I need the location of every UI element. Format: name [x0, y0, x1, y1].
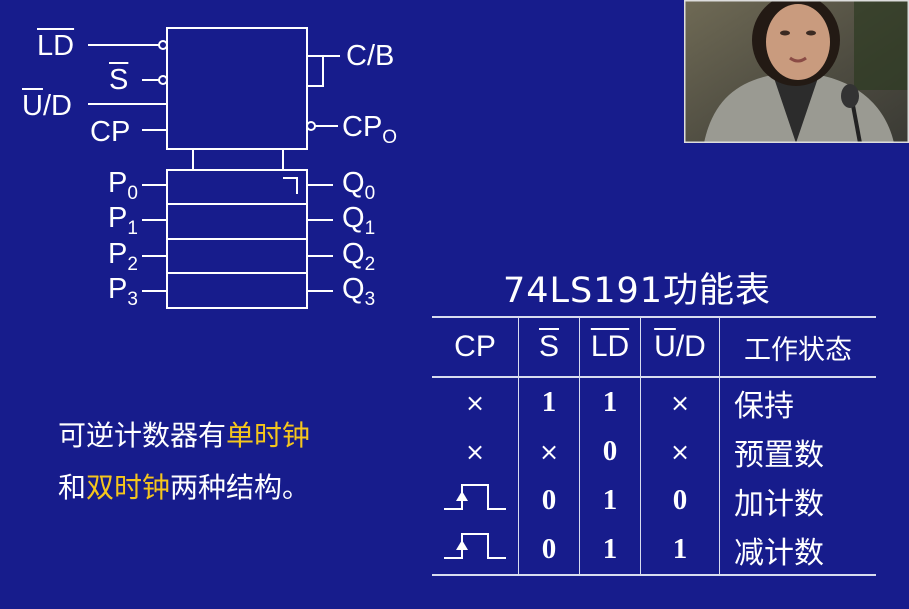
cell-state: 预置数 — [719, 427, 876, 476]
cell-ud: 1 — [640, 525, 720, 576]
description-line-1: 可逆计数器有单时钟 — [58, 419, 311, 452]
cell-ld: 1 — [579, 377, 641, 427]
cell-ud: 0 — [640, 476, 720, 525]
cell-state: 保持 — [719, 377, 876, 427]
cell-cp — [432, 525, 519, 576]
pin-s-label: S — [109, 64, 129, 96]
cell-cp: × — [464, 388, 486, 417]
rising-edge-pulse-icon — [444, 532, 506, 559]
pin-p3-label: P3 — [108, 273, 138, 310]
table-row: 0 1 0 加计数 — [432, 476, 876, 525]
pin-cb-label: C/B — [346, 40, 395, 72]
pin-cpo-label: CPO — [342, 111, 398, 148]
header-s: S — [518, 316, 580, 378]
header-ud: U/D — [640, 316, 720, 378]
cell-s: 1 — [518, 377, 580, 427]
cell-s: 0 — [518, 476, 580, 525]
cell-cp — [432, 476, 519, 525]
header-state: 工作状态 — [719, 316, 876, 378]
cell-s: 0 — [518, 525, 580, 576]
pin-q3-label: Q3 — [342, 273, 376, 310]
rising-edge-pulse-icon — [444, 483, 506, 510]
cell-ld: 1 — [579, 476, 641, 525]
cell-ud: × — [640, 377, 720, 427]
slide: LD S U/D CP C/B CPO P0 P1 P2 P3 Q0 Q1 Q2… — [0, 0, 909, 609]
table-row: 0 1 1 减计数 — [432, 525, 876, 576]
cell-ud: × — [640, 427, 720, 476]
cell-ld: 1 — [579, 525, 641, 576]
table-title: 74LS191功能表 — [503, 271, 772, 311]
description-text: 可逆计数器有单时钟 和双时钟两种结构。 — [58, 410, 310, 514]
presenter-video — [684, 0, 909, 143]
cell-cp: × — [464, 437, 486, 466]
pin-cp-label: CP — [90, 116, 131, 148]
cell-state: 加计数 — [719, 476, 876, 525]
table-row: × 1 1 × 保持 — [432, 377, 876, 427]
cell-state: 减计数 — [719, 525, 876, 576]
presenter-image — [684, 0, 909, 143]
description-line-2: 和双时钟两种结构。 — [58, 471, 311, 504]
pin-ud-label: U/D — [22, 90, 72, 122]
function-table: CP S LD U/D 工作状态 × 1 1 × 保持 × × 0 × 预置数 — [432, 316, 876, 576]
pin-ld-label: LD — [37, 30, 75, 62]
table-row: × × 0 × 预置数 — [432, 427, 876, 476]
cell-s: × — [518, 427, 580, 476]
table-header-row: CP S LD U/D 工作状态 — [432, 316, 876, 378]
header-ld: LD — [579, 316, 641, 378]
cell-ld: 0 — [579, 427, 641, 476]
header-cp: CP — [432, 316, 519, 378]
